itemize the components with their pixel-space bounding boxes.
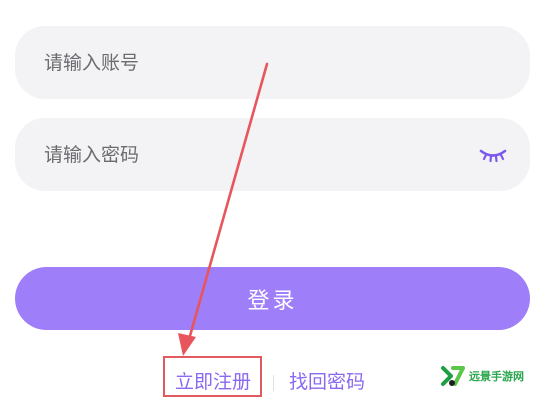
watermark-text: 远景手游网: [469, 370, 524, 383]
annotation-highlight-box: [163, 356, 262, 397]
forgot-password-link[interactable]: 找回密码: [289, 370, 365, 394]
watermark-logo-icon: [441, 366, 465, 386]
account-field[interactable]: [15, 26, 530, 99]
password-input[interactable]: [44, 143, 444, 166]
watermark: 远景手游网: [440, 365, 524, 387]
link-divider: [273, 375, 274, 391]
eye-closed-icon[interactable]: [478, 144, 508, 164]
login-button[interactable]: 登录: [15, 267, 530, 330]
account-input[interactable]: [44, 51, 444, 74]
password-field[interactable]: [15, 118, 530, 191]
